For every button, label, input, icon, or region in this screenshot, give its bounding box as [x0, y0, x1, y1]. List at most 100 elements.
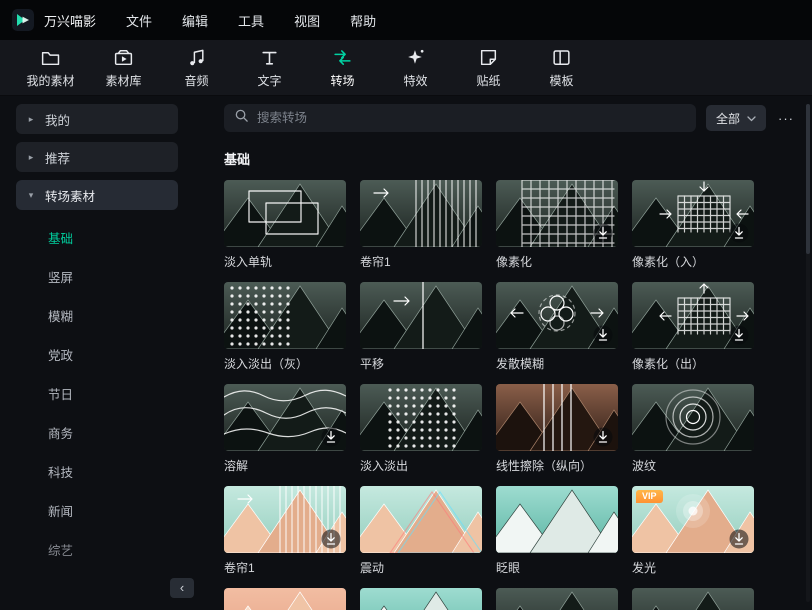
tab-transitions[interactable]: 转场: [306, 47, 379, 89]
transition-item[interactable]: 震动: [360, 486, 482, 574]
app-logo-icon[interactable]: [12, 9, 34, 31]
sidebar-group-label: 转场素材: [45, 189, 96, 204]
filter-dropdown[interactable]: 全部: [705, 105, 766, 131]
menu-item[interactable]: 文件: [122, 8, 156, 33]
transition-thumbnail[interactable]: [224, 180, 346, 247]
transition-item[interactable]: 像素化（入）: [632, 180, 754, 268]
sidebar-category[interactable]: 基础: [16, 218, 208, 257]
transition-thumbnail[interactable]: [632, 384, 754, 451]
tab-media-library[interactable]: 素材库: [87, 47, 160, 89]
transition-thumbnail[interactable]: [360, 486, 482, 553]
tab-templates[interactable]: 模板: [525, 47, 598, 89]
caret-down-icon: ▾: [28, 189, 34, 200]
transition-name: 发散模糊: [496, 357, 545, 370]
transition-thumbnail[interactable]: [496, 486, 618, 553]
text-icon: [259, 47, 280, 68]
transition-item[interactable]: 淡入单轨: [224, 180, 346, 268]
download-icon: [729, 223, 749, 243]
transition-item[interactable]: 眨眼: [496, 486, 618, 574]
transition-thumbnail[interactable]: [360, 588, 482, 610]
transition-item[interactable]: [496, 588, 618, 610]
sidebar-category[interactable]: 模糊: [16, 296, 208, 335]
transition-thumbnail[interactable]: [224, 588, 346, 610]
transition-item[interactable]: 溶解: [224, 384, 346, 472]
transition-item[interactable]: 平移: [360, 282, 482, 370]
sidebar-group[interactable]: ▾ 转场素材: [16, 180, 178, 210]
transition-item[interactable]: 线性擦除（纵向）: [496, 384, 618, 472]
transition-item[interactable]: 像素化: [496, 180, 618, 268]
menu-item[interactable]: 编辑: [178, 8, 212, 33]
transition-icon: [332, 47, 353, 68]
sidebar-group[interactable]: ▸ 我的: [16, 104, 178, 134]
tab-audio[interactable]: 音频: [160, 47, 233, 89]
search-input[interactable]: [257, 111, 686, 125]
sidebar-category[interactable]: 节日: [16, 374, 208, 413]
vip-badge: VIP: [636, 490, 663, 503]
transition-item[interactable]: VIP 发光: [632, 486, 754, 574]
search-bar[interactable]: [224, 104, 696, 132]
transition-item[interactable]: 淡入淡出: [360, 384, 482, 472]
transition-name: 淡入单轨: [224, 255, 273, 268]
transition-thumbnail[interactable]: [224, 486, 346, 553]
sidebar-category[interactable]: 新闻: [16, 491, 208, 530]
transition-item[interactable]: 像素化（出）: [632, 282, 754, 370]
transition-item[interactable]: [224, 588, 346, 610]
caret-right-icon: ▸: [28, 151, 34, 162]
transition-name: 震动: [360, 561, 385, 574]
transition-thumbnail[interactable]: [496, 588, 618, 610]
main-area: ▸ 我的 ▸ 推荐 ▾ 转场素材 基础竖屏模糊党政节日商务科技新闻综艺 ‹ 全部 ··· …: [0, 96, 812, 610]
sidebar-category[interactable]: 科技: [16, 452, 208, 491]
transition-thumbnail[interactable]: [224, 384, 346, 451]
tab-effects[interactable]: 特效: [379, 47, 452, 89]
transition-item[interactable]: [632, 588, 754, 610]
sidebar-collapse-button[interactable]: ‹: [170, 578, 194, 598]
tab-text[interactable]: 文字: [233, 47, 306, 89]
scrollbar[interactable]: [806, 104, 810, 602]
download-icon: [321, 427, 341, 447]
transition-item[interactable]: 发散模糊: [496, 282, 618, 370]
sidebar-categories: 基础 竖屏 模糊 党政 节日 商务 科技 新闻 综艺: [16, 218, 208, 569]
transition-item[interactable]: 卷帘1: [224, 486, 346, 574]
transition-name: 卷帘1: [360, 255, 391, 268]
sidebar-category[interactable]: 综艺: [16, 530, 208, 569]
sidebar-group-label: 我的: [45, 113, 71, 128]
download-icon: [593, 427, 613, 447]
transition-thumbnail[interactable]: [496, 180, 618, 247]
transition-thumbnail[interactable]: VIP: [632, 486, 754, 553]
transition-item[interactable]: 淡入淡出（灰）: [224, 282, 346, 370]
sidebar-category[interactable]: 党政: [16, 335, 208, 374]
transition-thumbnail[interactable]: [360, 282, 482, 349]
menu-item[interactable]: 工具: [234, 8, 268, 33]
transition-thumbnail[interactable]: [224, 282, 346, 349]
tabbar: 我的素材 素材库 音频 文字 转场 特效 贴纸 模板: [0, 40, 812, 96]
transition-thumbnail[interactable]: [496, 282, 618, 349]
transition-thumbnail[interactable]: [632, 282, 754, 349]
sidebar-category[interactable]: 商务: [16, 413, 208, 452]
transition-item[interactable]: 卷帘1: [360, 180, 482, 268]
transition-item[interactable]: 波纹: [632, 384, 754, 472]
scrollbar-thumb[interactable]: [806, 104, 810, 254]
audio-icon: [186, 47, 207, 68]
transition-name: 发光: [632, 561, 657, 574]
tab-stickers[interactable]: 贴纸: [452, 47, 525, 89]
transition-thumbnail[interactable]: [632, 588, 754, 610]
tab-label: 模板: [549, 73, 574, 88]
transition-thumbnail[interactable]: [360, 384, 482, 451]
transitions-grid: 淡入单轨 卷帘1 像素化 像素化（入） 淡入淡出（灰） 平移 发散模糊 像素化（…: [224, 180, 754, 610]
menu-item[interactable]: 帮助: [346, 8, 380, 33]
tab-label: 素材库: [105, 73, 142, 88]
more-button[interactable]: ···: [776, 111, 798, 126]
sidebar-category[interactable]: 竖屏: [16, 257, 208, 296]
transition-name: 波纹: [632, 459, 657, 472]
transition-item[interactable]: [360, 588, 482, 610]
transition-name: 像素化: [496, 255, 533, 268]
menu-item[interactable]: 视图: [290, 8, 324, 33]
sidebar-group[interactable]: ▸ 推荐: [16, 142, 178, 172]
transition-thumbnail[interactable]: [632, 180, 754, 247]
tab-my-media[interactable]: 我的素材: [14, 47, 87, 89]
chevron-left-icon: ‹: [179, 580, 185, 595]
transition-thumbnail[interactable]: [360, 180, 482, 247]
library-icon: [113, 47, 134, 68]
sidebar: ▸ 我的 ▸ 推荐 ▾ 转场素材 基础 竖屏 模糊 党政 节日 商务 科技 新闻 综艺 ‹: [0, 96, 208, 610]
transition-thumbnail[interactable]: [496, 384, 618, 451]
